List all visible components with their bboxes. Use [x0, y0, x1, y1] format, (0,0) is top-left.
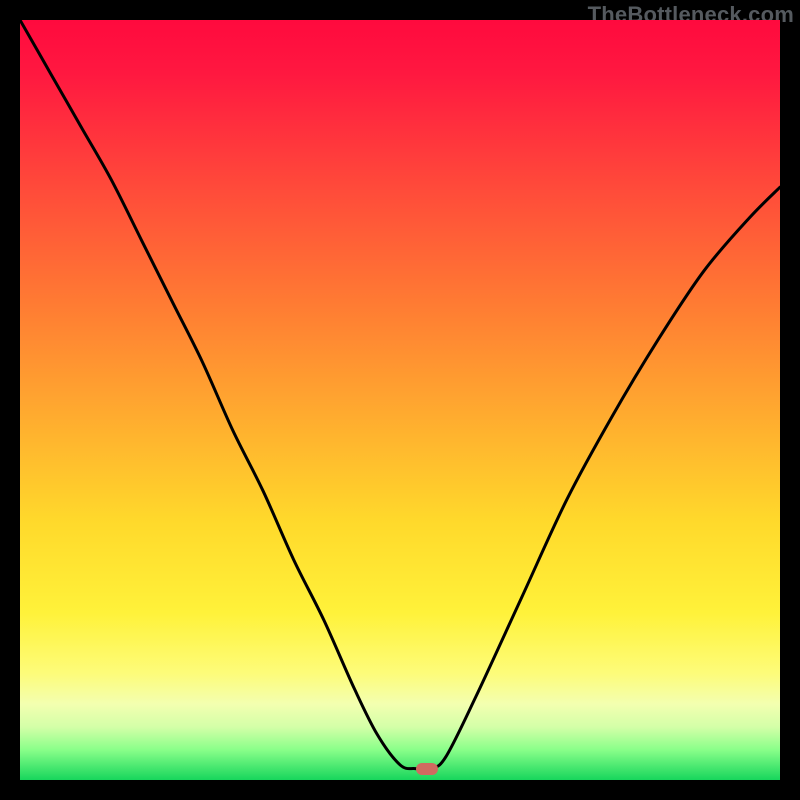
bottleneck-curve-svg — [20, 20, 780, 780]
optimal-point-marker — [416, 763, 438, 775]
bottleneck-curve-path — [20, 20, 780, 770]
chart-outer-frame: TheBottleneck.com — [0, 0, 800, 800]
plot-area — [20, 20, 780, 780]
